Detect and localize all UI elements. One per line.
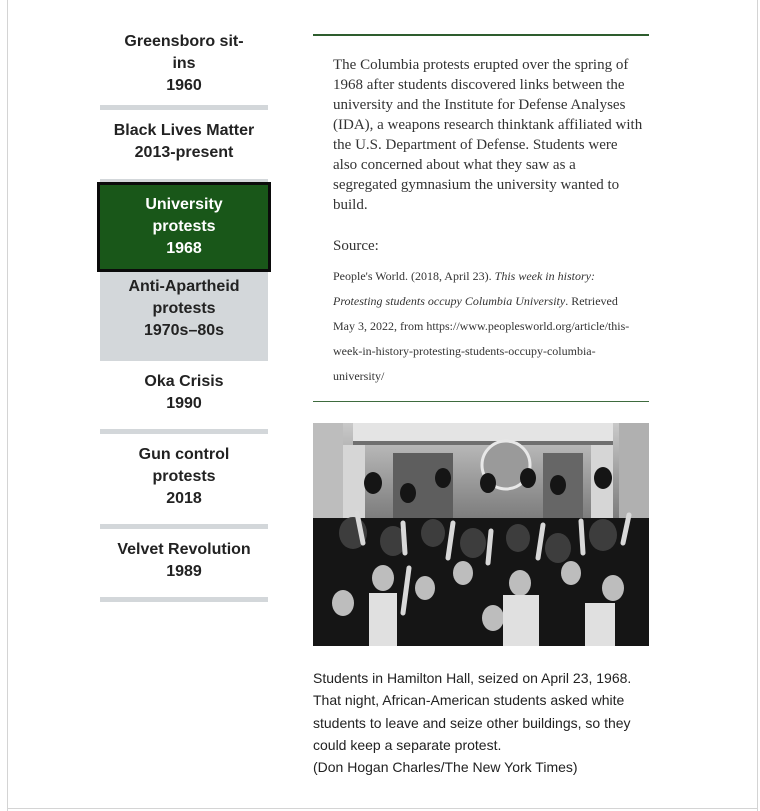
citation-lead: People's World. (2018, April 23). (333, 269, 495, 283)
photo-caption: Students in Hamilton Hall, seized on Apr… (313, 667, 658, 778)
sidebar-item-label: Greensboro sit- ins 1960 (124, 33, 244, 94)
sidebar-item-university-protests[interactable]: University protests 1968 (97, 182, 271, 272)
sidebar-item-label: Black Lives Matter 2013-present (113, 122, 255, 161)
content-bottom-divider (313, 401, 649, 402)
frame-bottom-border (7, 808, 758, 809)
caption-credit: (Don Hogan Charles/The New York Times) (313, 759, 578, 776)
sidebar-item-label: Oka Crisis 1990 (144, 373, 224, 412)
sidebar-item-label: Anti-Apartheid protests 1970s–80s (128, 278, 240, 339)
citation: People's World. (2018, April 23). This w… (333, 264, 633, 389)
sidebar-item-greensboro[interactable]: Greensboro sit- ins 1960 (100, 26, 268, 110)
sidebar-item-velvet-revolution[interactable]: Velvet Revolution 1989 (100, 529, 268, 602)
sidebar-item-black-lives-matter[interactable]: Black Lives Matter 2013-present (100, 110, 268, 184)
sidebar-item-anti-apartheid[interactable]: Anti-Apartheid protests 1970s–80s (100, 272, 268, 361)
content-top-divider (313, 34, 649, 36)
article-body: The Columbia protests erupted over the s… (333, 57, 643, 213)
sidebar-item-label: University protests 1968 (145, 196, 223, 257)
sidebar-item-oka-crisis[interactable]: Oka Crisis 1990 (100, 361, 268, 434)
sidebar-item-gun-control[interactable]: Gun control protests 2018 (100, 434, 268, 529)
sidebar-item-label: Velvet Revolution 1989 (117, 541, 251, 580)
hamilton-hall-photo (313, 423, 649, 646)
sidebar-item-label: Gun control protests 2018 (138, 446, 230, 507)
source-label: Source: (333, 238, 379, 254)
caption-text: Students in Hamilton Hall, seized on Apr… (313, 670, 632, 753)
timeline-sidebar: Greensboro sit- ins 1960 Black Lives Mat… (97, 26, 271, 602)
